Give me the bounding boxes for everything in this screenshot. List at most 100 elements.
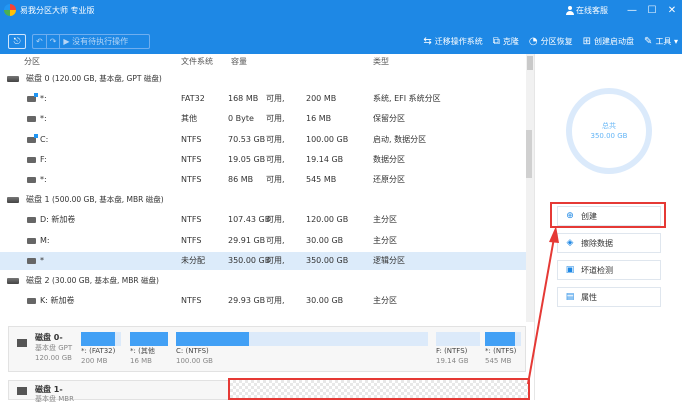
create-bootable-label: 创建启动盘 — [594, 36, 635, 46]
capacity-separator: 可用, — [266, 94, 285, 104]
partition-name: * — [40, 255, 44, 265]
disk1-map-type: 基本盘 MBR — [35, 395, 74, 403]
disk-map-segment[interactable]: *: (NTFS) 545 MB — [485, 332, 521, 366]
disk-icon — [7, 197, 19, 204]
disk0-map-size: 120.00 GB — [35, 354, 72, 362]
unallocated-space-block[interactable] — [228, 378, 530, 400]
undo-redo-group: ↶ ↷ ▶ 没有待执行操作 — [32, 34, 150, 49]
capacity-donut: 总共 350.00 GB — [566, 88, 652, 174]
partition-row[interactable]: K: 新加卷 NTFS 29.93 GB 可用, 30.00 GB 主分区 — [0, 292, 526, 310]
scrollbar-thumb[interactable] — [527, 56, 533, 70]
segment-fill — [176, 332, 250, 346]
column-header-type[interactable]: 类型 — [373, 56, 389, 70]
partition-filesystem: 其他 — [181, 114, 197, 124]
undo-button[interactable]: ↶ — [33, 37, 46, 46]
disk-name: 磁盘 0 — [26, 74, 50, 83]
segment-fill — [485, 332, 516, 346]
capacity-separator: 可用, — [266, 134, 285, 144]
segment-size: 100.00 GB — [176, 357, 213, 365]
segment-bar — [436, 332, 480, 346]
partition-row[interactable]: D: 新加卷 NTFS 107.43 GB 可用, 120.00 GB 主分区 — [0, 211, 526, 229]
partition-filesystem: NTFS — [181, 215, 202, 225]
maximize-button[interactable]: ☐ — [642, 0, 662, 20]
segment-label: F: (NTFS) — [436, 347, 468, 355]
partition-used: 29.93 GB — [228, 296, 266, 306]
column-header-partition[interactable]: 分区 — [24, 56, 40, 70]
minimize-button[interactable]: — — [622, 0, 642, 20]
column-header-filesystem[interactable]: 文件系统 — [181, 56, 213, 70]
partition-row[interactable]: * 未分配 350.00 GB 可用, 350.00 GB 逻辑分区 — [0, 251, 526, 270]
disk-detail: (120.00 GB, 基本盘, GPT 磁盘) — [52, 74, 162, 83]
surface-test-label: 坏道检测 — [581, 265, 613, 275]
disk-detail: (500.00 GB, 基本盘, MBR 磁盘) — [52, 195, 164, 205]
partition-row[interactable]: M: NTFS 29.91 GB 可用, 30.00 GB 主分区 — [0, 232, 526, 250]
column-header-capacity[interactable]: 容量 — [231, 56, 247, 70]
properties-button[interactable]: ▤ 属性 — [557, 287, 661, 307]
tools-label: 工具 ▾ — [655, 36, 678, 46]
partition-type: 保留分区 — [373, 114, 405, 124]
partition-capacity: 30.00 GB — [306, 235, 344, 245]
disk-map-segment[interactable]: *: (FAT32) 200 MB — [81, 332, 121, 366]
disk-name: 磁盘 1 — [26, 195, 50, 205]
disk-map-disk0[interactable]: 磁盘 0- 基本盘 GPT 120.00 GB *: (FAT32) 200 MB… — [8, 326, 526, 372]
eraser-icon: ◈ — [566, 238, 574, 248]
create-bootable-button[interactable]: ⊞ 创建启动盘 — [583, 36, 634, 47]
disk-row[interactable]: 磁盘 0 (120.00 GB, 基本盘, GPT 磁盘) — [0, 70, 526, 88]
disk-map-segment[interactable]: C: (NTFS) 100.00 GB — [176, 332, 428, 366]
partition-type: 还原分区 — [373, 175, 405, 184]
online-support-button[interactable]: 在线客服 — [566, 5, 608, 16]
capacity-separator: 可用, — [266, 255, 285, 265]
partition-row[interactable]: C: NTFS 70.53 GB 可用, 100.00 GB 启动, 数据分区 — [0, 131, 526, 149]
partition-icon — [27, 217, 36, 224]
partition-row[interactable]: *: 其他 0 Byte 可用, 16 MB 保留分区 — [0, 110, 526, 128]
windows-icon: ⊞ — [582, 35, 592, 47]
partition-type: 数据分区 — [373, 154, 405, 164]
migrate-os-button[interactable]: ⇆ 迁移操作系统 — [423, 36, 482, 47]
disk-icon — [17, 339, 27, 347]
segment-fill — [130, 332, 168, 346]
partition-name: *: — [40, 114, 47, 124]
capacity-separator: 可用, — [266, 235, 285, 245]
list-scrollbar[interactable] — [526, 54, 534, 322]
clone-button[interactable]: ⧉ 克隆 — [493, 36, 519, 47]
properties-icon: ▤ — [565, 292, 575, 302]
partition-capacity: 100.00 GB — [306, 134, 349, 144]
partition-row[interactable]: *: NTFS 86 MB 可用, 545 MB 还原分区 — [0, 171, 526, 189]
partition-filesystem: NTFS — [181, 296, 202, 306]
partition-icon — [27, 257, 36, 264]
partition-icon — [27, 237, 36, 244]
close-button[interactable]: ✕ — [662, 0, 682, 20]
disk-map-segment[interactable]: *: (其他 16 MB — [130, 332, 168, 366]
refresh-button[interactable]: ⎋ — [8, 34, 26, 49]
clone-label: 克隆 — [502, 36, 519, 46]
partition-row[interactable]: F: NTFS 19.05 GB 可用, 19.14 GB 数据分区 — [0, 151, 526, 169]
redo-button[interactable]: ↷ — [47, 37, 60, 46]
disk-detail: (30.00 GB, 基本盘, MBR 磁盘) — [52, 276, 159, 285]
tools-menu-button[interactable]: ✎ 工具 ▾ — [644, 36, 678, 47]
migrate-icon: ⇆ — [423, 35, 432, 47]
partition-filesystem: NTFS — [181, 235, 202, 245]
partition-filesystem: NTFS — [181, 134, 202, 144]
total-value: 350.00 GB — [590, 132, 628, 140]
partition-recovery-button[interactable]: ◔ 分区恢复 — [529, 36, 573, 47]
partition-used: 70.53 GB — [228, 134, 266, 144]
toolbar: ⎋ ↶ ↷ ▶ 没有待执行操作 ⇆ 迁移操作系统 ⧉ 克隆 ◔ 分区恢复 ⊞ 创建启动盘… — [0, 28, 682, 54]
disk0-map-name: 磁盘 0- — [35, 333, 63, 342]
app-logo-icon — [4, 4, 16, 16]
partition-filesystem: NTFS — [181, 154, 202, 164]
online-support-label: 在线客服 — [576, 5, 608, 15]
list-scrollbar-handle[interactable] — [526, 130, 532, 178]
partition-capacity: 120.00 GB — [306, 215, 349, 225]
partition-recovery-label: 分区恢复 — [540, 36, 573, 46]
partition-row[interactable]: *: FAT32 168 MB 可用, 200 MB 系统, EFI 系统分区 — [0, 90, 526, 108]
disk-row[interactable]: 磁盘 2 (30.00 GB, 基本盘, MBR 磁盘) — [0, 272, 526, 290]
disk-row[interactable]: 磁盘 1 (500.00 GB, 基本盘, MBR 磁盘) — [0, 191, 526, 209]
disk-map-segment[interactable]: F: (NTFS) 19.14 GB — [436, 332, 480, 366]
disk-icon — [17, 387, 27, 395]
surface-test-button[interactable]: ▣ 坏道检测 — [557, 260, 661, 280]
wipe-data-button[interactable]: ◈ 擦除数据 — [557, 233, 661, 253]
execute-pending-button[interactable]: ▶ 没有待执行操作 — [60, 36, 131, 47]
segment-label: C: (NTFS) — [176, 347, 209, 355]
app-title: 易我分区大师 专业版 — [20, 5, 95, 15]
partition-filesystem: NTFS — [181, 175, 202, 184]
